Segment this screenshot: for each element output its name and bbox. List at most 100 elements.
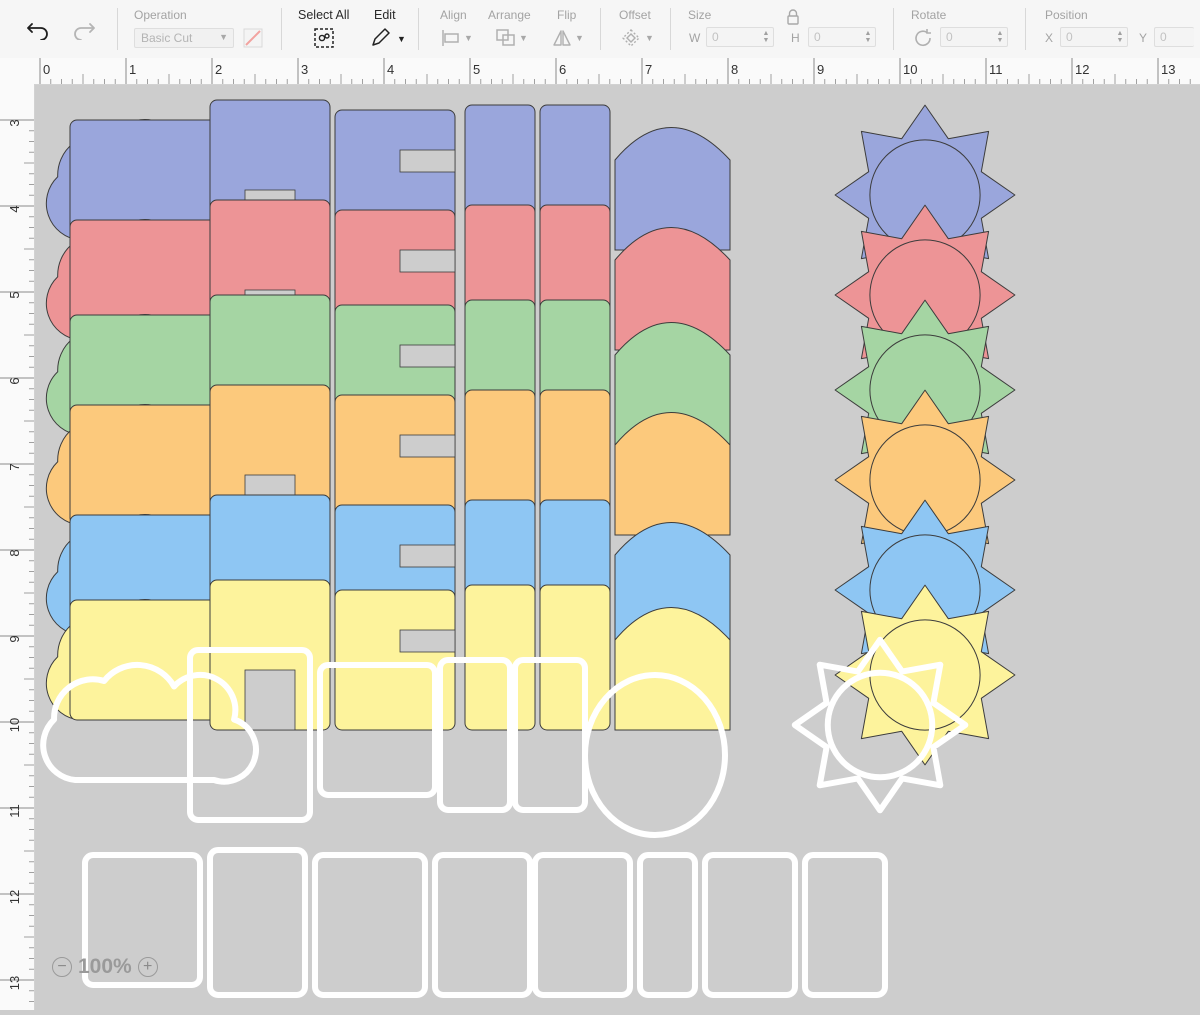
outline-letter-e[interactable]	[802, 852, 888, 998]
select-all-icon	[314, 28, 334, 48]
flip-icon	[553, 30, 571, 46]
outline-letter-u[interactable]	[207, 847, 308, 998]
width-stepper[interactable]: ▲ ▼	[761, 29, 771, 45]
no-color-swatch-icon	[243, 28, 263, 48]
undo-button[interactable]	[24, 18, 52, 42]
ruler-number: 11	[7, 804, 22, 818]
chevron-down-icon: ▼	[645, 33, 654, 43]
lock-icon[interactable]	[786, 9, 800, 25]
align-label: Align	[440, 8, 467, 22]
redo-button[interactable]	[70, 18, 98, 42]
operation-label: Operation	[134, 8, 187, 22]
arrange-layers-icon	[496, 29, 515, 46]
toolbar-divider	[117, 8, 118, 50]
height-stepper[interactable]: ▲ ▼	[863, 29, 873, 45]
letter-e-gap	[399, 249, 456, 273]
position-x-stepper[interactable]: ▲ ▼	[1115, 29, 1125, 45]
size-label: Size	[688, 8, 712, 22]
chevron-down-icon: ▼	[519, 33, 528, 43]
letter-o[interactable]	[614, 412, 731, 536]
ruler-number: 6	[7, 377, 22, 384]
ruler-number: 0	[43, 62, 50, 77]
x-label: X	[1045, 31, 1054, 45]
ruler-number: 8	[7, 549, 22, 556]
position-y-field[interactable]: 0	[1154, 27, 1194, 47]
ruler-number: 8	[731, 62, 738, 77]
chevron-down-icon: ▼	[397, 34, 406, 44]
position-y-value: 0	[1160, 30, 1167, 44]
ruler-number: 2	[215, 62, 222, 77]
flip-label: Flip	[557, 8, 577, 22]
ruler-number: 12	[7, 890, 22, 904]
ruler-number: 7	[7, 463, 22, 470]
color-swatch-button[interactable]	[242, 27, 264, 49]
zoom-level: 100%	[78, 955, 132, 978]
zoom-out-button[interactable]: −	[52, 957, 72, 977]
plus-icon: +	[143, 958, 153, 975]
offset-button[interactable]: ▼	[619, 27, 655, 49]
ruler-number: 4	[7, 205, 22, 212]
pencil-icon	[372, 28, 390, 46]
outline-letter-s[interactable]	[432, 852, 533, 998]
height-field[interactable]: 0 ▲ ▼	[808, 27, 876, 47]
design-canvas[interactable]	[35, 85, 1200, 1010]
zoom-control: − 100% +	[52, 955, 158, 979]
toolbar: Operation Basic Cut ▼ Select All Edit ▼ …	[0, 0, 1200, 59]
outline-letter-n[interactable]	[312, 852, 428, 998]
letter-h-gap	[244, 669, 296, 731]
select-all-label: Select All	[298, 8, 350, 22]
rotate-icon[interactable]	[912, 28, 934, 48]
redo-arrow-icon	[74, 23, 95, 40]
letter-e-gap	[399, 434, 456, 458]
width-field[interactable]: 0 ▲ ▼	[706, 27, 774, 47]
rotate-field[interactable]: 0 ▲ ▼	[940, 27, 1008, 47]
operation-select[interactable]: Basic Cut ▼	[134, 28, 234, 48]
ruler-number: 13	[1161, 62, 1175, 77]
chevron-down-icon: ▼	[575, 33, 584, 43]
toolbar-divider	[281, 8, 282, 50]
align-left-icon	[442, 30, 459, 46]
minus-icon: −	[57, 958, 67, 975]
ruler-number: 9	[817, 62, 824, 77]
offset-icon	[622, 29, 641, 47]
rotate-value: 0	[946, 30, 953, 44]
arrange-button[interactable]: ▼	[494, 27, 530, 49]
width-label: W	[689, 31, 701, 45]
arrange-label: Arrange	[488, 8, 531, 22]
position-x-value: 0	[1066, 30, 1073, 44]
chevron-down-icon: ▼	[464, 33, 473, 43]
toolbar-divider	[893, 8, 894, 50]
letter-e-gap	[399, 149, 456, 173]
ruler-number: 5	[473, 62, 480, 77]
layered-artwork[interactable]	[35, 85, 1200, 1010]
rotate-stepper[interactable]: ▲ ▼	[995, 29, 1005, 45]
position-x-field[interactable]: 0 ▲ ▼	[1060, 27, 1128, 47]
align-button[interactable]: ▼	[440, 27, 474, 49]
ruler-number: 10	[903, 62, 917, 77]
ruler-number: 3	[7, 119, 22, 126]
flip-button[interactable]: ▼	[550, 27, 586, 49]
ruler-number: 1	[129, 62, 136, 77]
toolbar-divider	[600, 8, 601, 50]
ruler-number: 13	[7, 976, 22, 990]
outline-letter-i[interactable]	[637, 852, 698, 998]
y-label: Y	[1139, 31, 1148, 45]
operation-value: Basic Cut	[141, 31, 193, 45]
edit-label: Edit	[374, 8, 396, 22]
ruler-number: 9	[7, 635, 22, 642]
ruler-number: 5	[7, 291, 22, 298]
zoom-in-button[interactable]: +	[137, 957, 158, 977]
height-label: H	[791, 31, 800, 45]
outline-letter-n[interactable]	[702, 852, 798, 998]
vertical-ruler-ticks: 3 4 5 6 7 8 9 10 11 12 13	[0, 119, 34, 1013]
height-value: 0	[814, 30, 821, 44]
position-label: Position	[1045, 8, 1088, 22]
edit-button[interactable]: Edit ▼	[368, 6, 408, 52]
outline-letter-h[interactable]	[532, 852, 633, 998]
rotate-label: Rotate	[911, 8, 947, 22]
select-all-button[interactable]: Select All	[296, 6, 354, 52]
horizontal-ruler-ticks: 0 1 2 3 4 5 6 7 8 9 10 11 12 13	[39, 58, 1191, 84]
ruler-number: 12	[1075, 62, 1089, 77]
width-value: 0	[712, 30, 719, 44]
letter-e-gap	[399, 544, 456, 568]
